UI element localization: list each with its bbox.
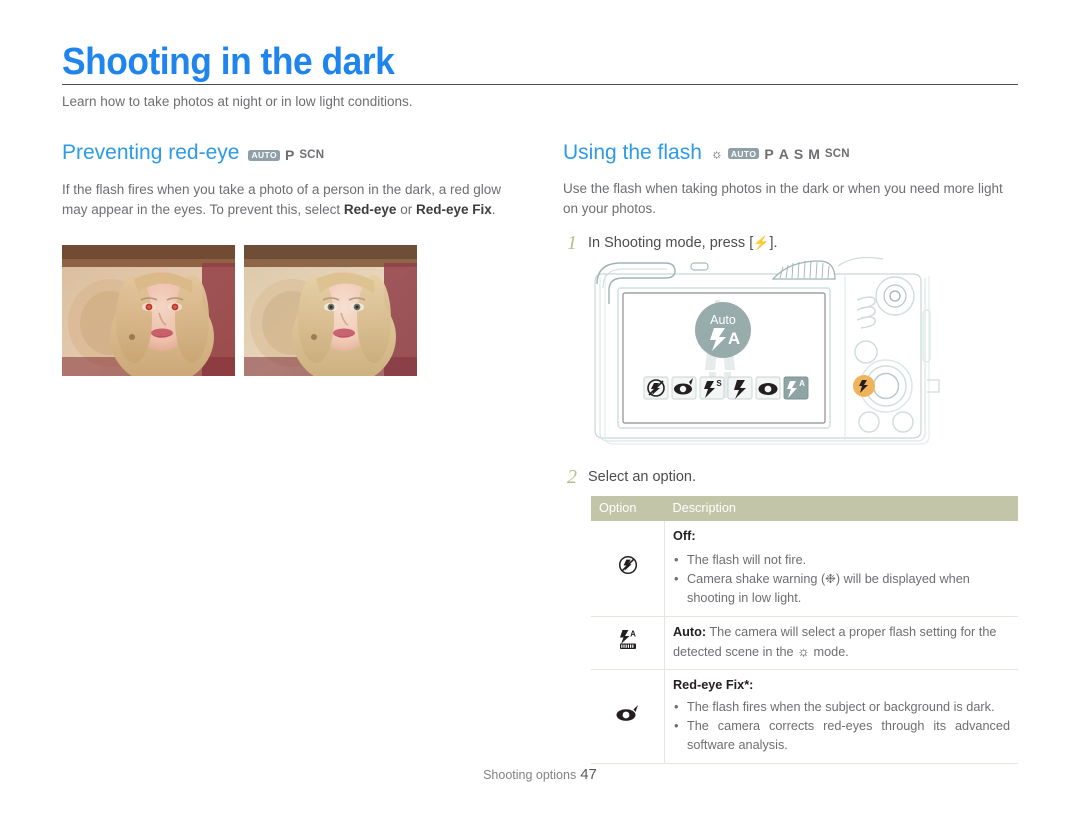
mode-m-icon: M: [808, 145, 820, 162]
page-subtitle: Learn how to take photos at night or in …: [62, 94, 413, 109]
section-heading-using-the-flash: Using the flash ☼ AUTO P A S M SCN: [563, 140, 1018, 168]
flash-icon: ⚡: [753, 235, 770, 250]
mode-auto-badge-icon: AUTO: [248, 149, 280, 161]
option-title-off-suffix: :: [691, 529, 696, 543]
page-footer: Shooting options 47: [0, 766, 1080, 783]
step-1-text-after: ].: [769, 235, 778, 251]
photo-red-eye-corrected: [244, 245, 417, 376]
manual-page: Shooting in the dark Learn how to take p…: [0, 0, 1080, 815]
left-column: Preventing red-eye AUTO P SCN If the fla…: [62, 140, 524, 219]
footer-page-number: 47: [580, 766, 597, 783]
step-1-text-before: In Shooting mode, press [: [588, 235, 754, 251]
mode-a-icon: A: [778, 145, 789, 162]
term-red-eye-fix: Red-eye Fix: [415, 201, 492, 217]
section-heading-label: Using the flash: [563, 141, 702, 164]
smart-auto-icon: ☼: [710, 146, 723, 161]
mode-icon-group-right: ☼ AUTO P A S M SCN: [711, 140, 850, 167]
mode-auto-badge-icon: AUTO: [727, 148, 760, 159]
option-title-red-eye-fix: Red-eye Fix: [673, 678, 745, 692]
step-1-number: 1: [567, 232, 577, 254]
bullet-item: The flash fires when the subject or back…: [674, 698, 1010, 717]
table-cell-description: Red-eye Fix*: The flash fires when the s…: [664, 669, 1018, 764]
mode-s-icon: S: [793, 145, 804, 162]
left-paragraph: If the flash fires when you take a photo…: [62, 180, 524, 219]
auto-description-post: mode.: [810, 644, 849, 659]
title-divider: [62, 84, 1018, 85]
right-paragraph: Use the flash when taking photos in the …: [563, 181, 1003, 216]
option-title-off: Off: [673, 529, 692, 543]
mode-p-icon: P: [764, 145, 774, 162]
table-row: Red-eye Fix*: The flash fires when the s…: [591, 669, 1018, 764]
table-row: A Auto: The camera will select a proper …: [591, 616, 1018, 670]
step-1-text: In Shooting mode, press [⚡].: [588, 232, 778, 254]
section-heading-label: Preventing red-eye: [62, 141, 240, 164]
svg-text:S: S: [716, 379, 722, 388]
paragraph-part-3: .: [491, 201, 496, 217]
svg-text:A: A: [630, 630, 636, 639]
bullet-item: The camera corrects red-eyes through its…: [674, 717, 1010, 754]
mode-icon-group-left: AUTO P SCN: [248, 142, 324, 168]
table-row: Off: The flash will not fire. Camera sha…: [591, 521, 1018, 617]
term-red-eye: Red-eye: [343, 201, 397, 217]
paragraph-part-2: or: [396, 201, 416, 217]
smart-auto-icon: ☼: [797, 642, 810, 659]
bullet-item: Camera shake warning (❉) will be display…: [674, 570, 1010, 607]
red-eye-example-images: [62, 245, 417, 376]
section-heading-preventing-red-eye: Preventing red-eye AUTO P SCN: [62, 140, 524, 169]
table-header-row: Option Description: [591, 496, 1018, 521]
step-1: 1 In Shooting mode, press [⚡].: [563, 232, 1018, 254]
mode-scn-icon: SCN: [299, 149, 325, 161]
camera-illustration: Auto A S A: [583, 252, 953, 457]
bullet-item: The flash will not fire.: [674, 551, 1010, 570]
flash-options-table: Option Description Off: The flash will n: [591, 496, 1018, 764]
option-title-auto: Auto: [673, 625, 702, 639]
red-eye-fix-icon: [591, 669, 665, 764]
table-cell-description: Off: The flash will not fire. Camera sha…: [664, 521, 1018, 617]
table-header-description: Description: [664, 496, 1018, 521]
flash-off-icon: [591, 521, 665, 617]
footer-label: Shooting options: [483, 768, 577, 782]
page-title: Shooting in the dark: [62, 41, 395, 83]
table-cell-description: Auto: The camera will select a proper fl…: [664, 616, 1018, 670]
svg-text:A: A: [799, 379, 805, 388]
mode-scn-icon: SCN: [824, 147, 850, 160]
step-2-number: 2: [567, 466, 577, 488]
right-column: Using the flash ☼ AUTO P A S M SCN Use t…: [563, 140, 1018, 254]
svg-text:Auto: Auto: [710, 313, 736, 327]
mode-p-icon: P: [284, 147, 295, 163]
photo-with-red-eye: [62, 245, 235, 376]
flash-auto-detect-icon: A: [591, 616, 665, 670]
step-2: 2 Select an option.: [563, 466, 1018, 488]
svg-text:A: A: [728, 329, 740, 348]
step-2-text: Select an option.: [588, 469, 697, 485]
table-header-option: Option: [591, 496, 665, 521]
option-title-red-eye-fix-suffix: *:: [744, 678, 754, 692]
